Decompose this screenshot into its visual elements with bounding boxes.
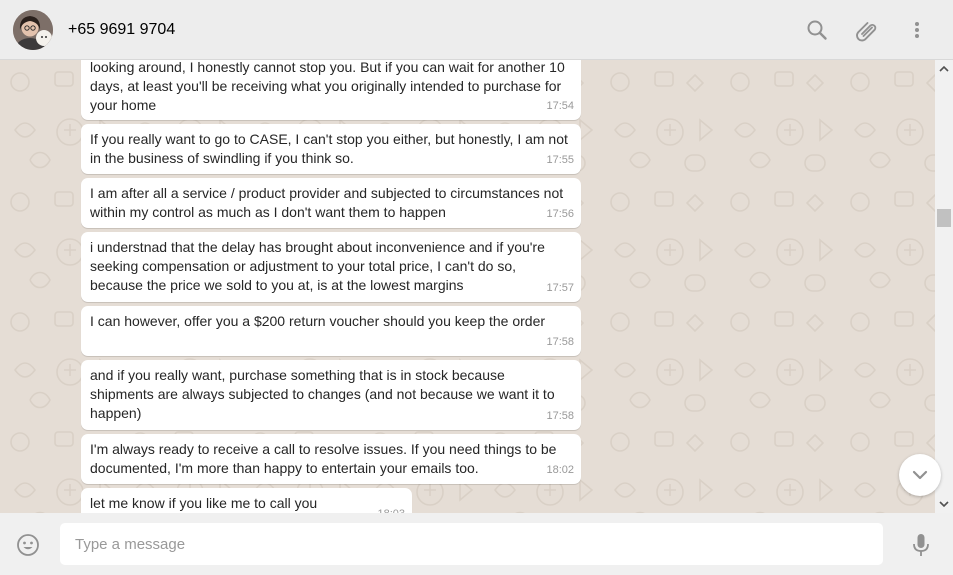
message-bubble[interactable]: I'm always ready to receive a call to re… (81, 434, 581, 484)
contact-name[interactable]: +65 9691 9704 (68, 21, 175, 39)
message-time: 17:56 (546, 208, 574, 220)
message-time: 18:02 (546, 464, 574, 476)
message-time: 17:55 (546, 154, 574, 166)
message-bubble[interactable]: I am after all a service / product provi… (81, 178, 581, 228)
microphone-icon (913, 534, 929, 556)
message-text: I am after all a service / product provi… (90, 185, 564, 220)
emoji-button[interactable] (16, 533, 40, 557)
message-bubble[interactable]: looking around, I honestly cannot stop y… (81, 60, 581, 120)
message-bubble[interactable]: i understnad that the delay has brought … (81, 232, 581, 302)
chevron-down-icon (939, 501, 949, 508)
scrollbar[interactable] (935, 60, 953, 513)
menu-button[interactable] (904, 17, 930, 43)
message-bubble[interactable]: let me know if you like me to call you 1… (81, 488, 412, 513)
message-text: let me know if you like me to call you (90, 495, 318, 511)
message-bubble[interactable]: If you really want to go to CASE, I can'… (81, 124, 581, 174)
message-text: I can however, offer you a $200 return v… (90, 313, 546, 329)
attach-icon (856, 22, 877, 42)
scroll-to-bottom-button[interactable] (899, 454, 941, 496)
chevron-up-icon (939, 65, 949, 72)
scroll-up-button[interactable] (935, 60, 953, 78)
smiley-icon (17, 534, 39, 556)
message-bubble[interactable]: and if you really want, purchase somethi… (81, 360, 581, 430)
message-time: 17:57 (546, 282, 574, 294)
message-text: and if you really want, purchase somethi… (90, 367, 555, 421)
search-button[interactable] (804, 17, 830, 43)
message-time: 17:58 (546, 336, 574, 348)
message-bubble[interactable]: I can however, offer you a $200 return v… (81, 306, 581, 356)
avatar[interactable] (13, 10, 53, 50)
message-text: If you really want to go to CASE, I can'… (90, 131, 568, 166)
voice-message-button[interactable] (909, 532, 933, 558)
message-time: 17:54 (546, 100, 574, 112)
whatsapp-chat-window: +65 9691 9704 looking around, I honestly… (0, 0, 953, 575)
avatar-photo-icon (13, 10, 53, 50)
message-list[interactable]: looking around, I honestly cannot stop y… (0, 60, 935, 513)
search-icon (807, 20, 827, 40)
chat-header: +65 9691 9704 (0, 0, 953, 60)
composer-bar (0, 513, 953, 575)
message-text: I'm always ready to receive a call to re… (90, 441, 557, 476)
menu-icon (915, 22, 919, 38)
message-time: 18:03 (377, 505, 405, 513)
message-input[interactable] (60, 523, 883, 565)
chevron-down-icon (912, 470, 928, 480)
message-text: i understnad that the delay has brought … (90, 239, 545, 293)
scrollbar-thumb[interactable] (937, 209, 951, 227)
scroll-down-button[interactable] (935, 495, 953, 513)
attach-button[interactable] (854, 17, 880, 43)
message-text: looking around, I honestly cannot stop y… (90, 60, 565, 113)
message-time: 17:58 (546, 410, 574, 422)
